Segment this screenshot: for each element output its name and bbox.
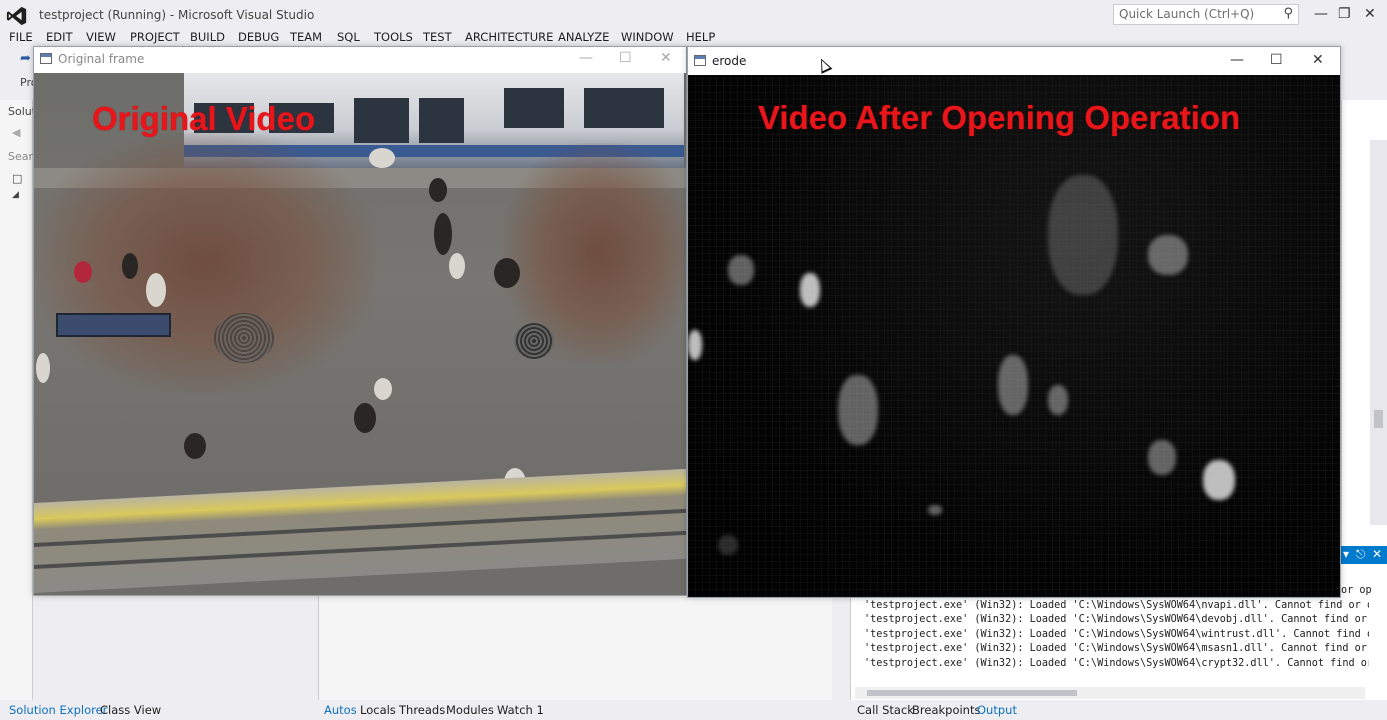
- output-line: 'testproject.exe' (Win32): Loaded 'C:\Wi…: [864, 600, 1369, 611]
- expand-arrow-icon[interactable]: ◢: [12, 190, 19, 200]
- dropdown-arrow-icon[interactable]: ▾: [1343, 547, 1349, 561]
- tab-threads[interactable]: Threads: [399, 703, 445, 717]
- menu-edit[interactable]: EDIT: [46, 30, 73, 44]
- output-line: 'testproject.exe' (Win32): Loaded 'C:\Wi…: [864, 658, 1369, 669]
- quick-launch-placeholder: Quick Launch (Ctrl+Q): [1119, 7, 1255, 21]
- output-partial-line: or ope: [1341, 585, 1371, 596]
- tab-watch-1[interactable]: Watch 1: [497, 703, 544, 717]
- output-hscrollbar[interactable]: [855, 687, 1365, 699]
- original-frame-window[interactable]: Original frame — ☐ ✕ Original Video: [33, 46, 687, 596]
- erode-video-label: Video After Opening Operation: [758, 99, 1241, 136]
- scroll-thumb[interactable]: [1374, 410, 1383, 428]
- window-app-icon: [694, 55, 706, 66]
- back-icon[interactable]: ➦: [20, 51, 31, 66]
- solution-explorer-panel: Soluti ◀ Search □ ◢: [0, 100, 46, 700]
- tab-autos[interactable]: Autos: [324, 703, 357, 717]
- original-video-label: Original Video: [92, 100, 316, 137]
- menu-file[interactable]: FILE: [9, 30, 33, 44]
- menu-window[interactable]: WINDOW: [621, 30, 674, 44]
- visual-studio-logo-icon: [6, 6, 27, 26]
- restore-icon[interactable]: ❐: [1338, 6, 1351, 22]
- autos-pane: [318, 596, 832, 700]
- menu-analyze[interactable]: ANALYZE: [558, 30, 609, 44]
- tab-solution-explorer[interactable]: Solution Explorer: [9, 703, 107, 717]
- editor-scrollbar[interactable]: [1370, 140, 1387, 525]
- menu-help[interactable]: HELP: [686, 30, 715, 44]
- output-line: 'testproject.exe' (Win32): Loaded 'C:\Wi…: [864, 629, 1369, 640]
- menu-sql[interactable]: SQL: [337, 30, 360, 44]
- tab-output[interactable]: Output: [977, 703, 1017, 717]
- menu-bar: FILE EDIT VIEW PROJECT BUILD DEBUG TEAM …: [0, 29, 1387, 47]
- tab-call-stack[interactable]: Call Stack: [857, 703, 914, 717]
- minimize-icon[interactable]: —: [579, 50, 593, 66]
- street-lamp: [369, 148, 395, 168]
- menu-architecture[interactable]: ARCHITECTURE: [465, 30, 553, 44]
- nav-back-icon[interactable]: ◀: [12, 126, 20, 139]
- output-line: 'testproject.exe' (Win32): Loaded 'C:\Wi…: [864, 614, 1369, 625]
- menu-view[interactable]: VIEW: [86, 30, 116, 44]
- tab-class-view[interactable]: Class View: [100, 703, 161, 717]
- tree-grate: [214, 313, 274, 363]
- menu-tools[interactable]: TOOLS: [374, 30, 413, 44]
- menu-debug[interactable]: DEBUG: [238, 30, 279, 44]
- menu-test[interactable]: TEST: [423, 30, 452, 44]
- bottom-tab-bar: Solution Explorer Class View Autos Local…: [0, 700, 1387, 720]
- menu-build[interactable]: BUILD: [190, 30, 225, 44]
- menu-project[interactable]: PROJECT: [130, 30, 180, 44]
- quick-launch-input[interactable]: Quick Launch (Ctrl+Q) ⚲: [1113, 4, 1299, 25]
- close-icon[interactable]: ✕: [1364, 6, 1376, 22]
- search-icon[interactable]: ⚲: [1283, 6, 1293, 21]
- minimize-icon[interactable]: —: [1314, 6, 1328, 22]
- pin-icon[interactable]: ⎋: [1356, 547, 1366, 562]
- window-title: testproject (Running) - Microsoft Visual…: [39, 8, 315, 22]
- menu-team[interactable]: TEAM: [290, 30, 322, 44]
- window-app-icon: [40, 53, 52, 64]
- original-frame-titlebar[interactable]: Original frame — ☐ ✕: [34, 47, 686, 73]
- erode-titlebar[interactable]: erode — ☐ ✕: [688, 47, 1340, 75]
- tree-grate: [514, 323, 554, 359]
- tab-breakpoints[interactable]: Breakpoints: [912, 703, 980, 717]
- erode-video-frame: Video After Opening Operation: [688, 75, 1340, 597]
- tab-locals[interactable]: Locals: [360, 703, 396, 717]
- output-line: 'testproject.exe' (Win32): Loaded 'C:\Wi…: [864, 643, 1369, 654]
- close-icon[interactable]: ✕: [660, 50, 672, 66]
- output-pane-header: ▾ ⎋ ✕: [1337, 546, 1387, 564]
- close-icon[interactable]: ✕: [1312, 52, 1324, 68]
- original-video-frame: Original Video: [34, 73, 686, 595]
- tab-modules[interactable]: Modules: [446, 703, 494, 717]
- erode-window[interactable]: erode — ☐ ✕ Video After Opening Operatio…: [687, 46, 1341, 598]
- close-pane-icon[interactable]: ✕: [1372, 547, 1382, 561]
- solution-node-icon[interactable]: □: [12, 172, 22, 185]
- minimize-icon[interactable]: —: [1230, 52, 1244, 68]
- vs-titlebar: testproject (Running) - Microsoft Visual…: [0, 0, 1387, 30]
- bench-image: [56, 313, 171, 337]
- erode-title: erode: [712, 54, 747, 68]
- maximize-icon[interactable]: ☐: [1270, 52, 1283, 68]
- original-frame-title: Original frame: [58, 52, 145, 66]
- hscroll-thumb[interactable]: [867, 690, 1077, 696]
- maximize-icon[interactable]: ☐: [619, 50, 632, 66]
